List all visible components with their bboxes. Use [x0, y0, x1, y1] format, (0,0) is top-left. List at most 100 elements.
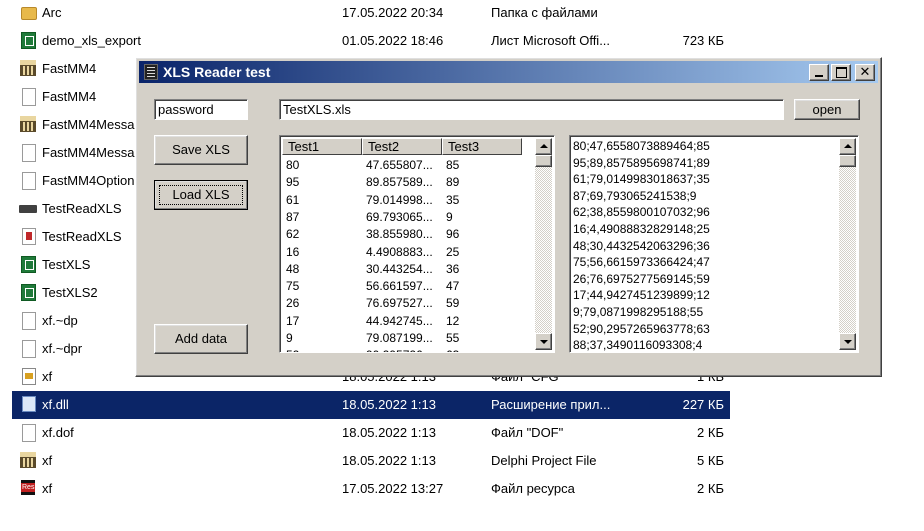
grid-cell[interactable]: 80: [286, 158, 299, 172]
grid-cell[interactable]: 48: [286, 262, 299, 276]
file-row[interactable]: xf 17.05.2022 13:27 Файл ресурса 2 КБ: [12, 475, 730, 503]
grid-cell[interactable]: 4.4908883...: [366, 245, 433, 259]
file-name: xf.dof: [42, 425, 74, 440]
file-row[interactable]: Arc 17.05.2022 20:34 Папка с файлами: [12, 0, 730, 27]
filename-field[interactable]: TestXLS.xls: [279, 99, 784, 120]
add-data-label: Add data: [174, 331, 228, 346]
scroll-thumb[interactable]: [535, 155, 552, 167]
file-name: TestReadXLS: [42, 201, 122, 216]
grid-cell[interactable]: 79.014998...: [366, 193, 433, 207]
grid-cell[interactable]: 9: [286, 331, 293, 345]
maximize-button[interactable]: [831, 64, 851, 81]
file-name: FastMM4Option: [42, 173, 135, 188]
file-row[interactable]: demo_xls_export 01.05.2022 18:46 Лист Micr…: [12, 27, 730, 55]
file-size: 5 КБ: [697, 453, 724, 468]
document-icon: [22, 144, 36, 162]
memo-line: 95;89,8575895698741;89: [573, 155, 710, 170]
file-date: 18.05.2022 1:13: [342, 453, 436, 468]
file-name: FastMM4: [42, 89, 97, 104]
delphi-project-icon: [20, 452, 36, 468]
file-name: demo_xls_export: [42, 33, 141, 48]
minimize-button[interactable]: [809, 64, 829, 81]
grid-cell[interactable]: 17: [286, 314, 299, 328]
memo-line: 26;76,6975277569145;59: [573, 271, 710, 286]
memo-line: 48;30,4432542063296;36: [573, 238, 710, 253]
memo-line: 61;79,0149983018637;35: [573, 172, 710, 187]
close-button[interactable]: ✕: [855, 64, 875, 81]
document-icon: [22, 340, 36, 358]
grid-cell[interactable]: 61: [286, 193, 299, 207]
grid-cell[interactable]: 95: [286, 175, 299, 189]
scroll-down-arrow-icon[interactable]: [839, 333, 856, 350]
grid-header-test1[interactable]: Test1: [282, 138, 362, 155]
file-type: Лист Microsoft Offi...: [491, 33, 611, 48]
grid-cell[interactable]: 59: [446, 296, 459, 310]
grid-cell[interactable]: 69.793065...: [366, 210, 433, 224]
grid-cell[interactable]: 47.655807...: [366, 158, 433, 172]
excel-file-icon: [21, 32, 36, 49]
grid-cell[interactable]: 75: [286, 279, 299, 293]
grid-cell[interactable]: 47: [446, 279, 459, 293]
file-type: Папка с файлами: [491, 5, 598, 20]
file-name: FastMM4: [42, 61, 97, 76]
data-grid[interactable]: Test1 Test2 Test3 80 47.655807... 85 95 89.8…: [279, 135, 555, 353]
scroll-up-arrow-icon[interactable]: [839, 138, 856, 155]
grid-header-test2[interactable]: Test2: [362, 138, 442, 155]
window-titlebar[interactable]: XLS Reader test ✕: [139, 61, 878, 83]
file-row[interactable]: xf.dof 18.05.2022 1:13 Файл "DOF" 2 КБ: [12, 419, 730, 447]
document-icon: [22, 88, 36, 106]
grid-cell[interactable]: 55: [446, 331, 459, 345]
grid-cell[interactable]: 76.697527...: [366, 296, 433, 310]
csv-memo[interactable]: 80;47,6558073889464;85 95;89,857589569874…: [569, 135, 859, 353]
grid-cell[interactable]: 56.661597...: [366, 279, 433, 293]
grid-cell[interactable]: 36: [446, 262, 459, 276]
xls-reader-window: XLS Reader test ✕ password TestXLS.xls o…: [135, 57, 882, 377]
grid-cell[interactable]: 16: [286, 245, 299, 259]
file-type: Файл "DOF": [491, 425, 564, 440]
resource-file-icon: [22, 228, 36, 245]
memo-scrollbar[interactable]: [839, 138, 856, 350]
grid-cell[interactable]: 25: [446, 245, 459, 259]
document-icon: [22, 172, 36, 190]
grid-cell[interactable]: 30.443254...: [366, 262, 433, 276]
file-size: 2 КБ: [697, 481, 724, 496]
open-button[interactable]: open: [794, 99, 860, 120]
save-xls-button[interactable]: Save XLS: [154, 135, 248, 165]
password-field[interactable]: password: [154, 99, 248, 120]
grid-cell[interactable]: 52: [286, 348, 299, 352]
grid-cell[interactable]: 12: [446, 314, 459, 328]
memo-line: 17;44,9427451239899;12: [573, 288, 710, 303]
config-file-icon: [22, 368, 36, 385]
grid-cell[interactable]: 96: [446, 227, 459, 241]
grid-scrollbar[interactable]: [535, 138, 552, 350]
grid-cell[interactable]: 26: [286, 296, 299, 310]
file-name: FastMM4Messag: [42, 145, 142, 160]
load-xls-button[interactable]: Load XLS: [154, 180, 248, 210]
grid-cell[interactable]: 87: [286, 210, 299, 224]
scroll-thumb[interactable]: [839, 155, 856, 167]
grid-cell[interactable]: 62: [286, 227, 299, 241]
scroll-up-arrow-icon[interactable]: [535, 138, 552, 155]
file-name: xf: [42, 453, 53, 468]
save-xls-label: Save XLS: [172, 142, 230, 157]
grid-cell[interactable]: 89: [446, 175, 459, 189]
file-size: 2 КБ: [697, 425, 724, 440]
grid-cell[interactable]: 63: [446, 348, 459, 352]
grid-cell[interactable]: 9: [446, 210, 453, 224]
file-row[interactable]: xf.dll 18.05.2022 1:13 Расширение прил... 2…: [12, 391, 730, 419]
scroll-down-arrow-icon[interactable]: [535, 333, 552, 350]
window-title: XLS Reader test: [163, 64, 271, 80]
grid-cell[interactable]: 44.942745...: [366, 314, 433, 328]
grid-cell[interactable]: 38.855980...: [366, 227, 433, 241]
add-data-button[interactable]: Add data: [154, 324, 248, 354]
grid-header-test3[interactable]: Test3: [442, 138, 522, 155]
file-name: FastMM4Messag: [42, 117, 142, 132]
file-name: xf.~dpr: [42, 341, 83, 356]
grid-cell[interactable]: 35: [446, 193, 459, 207]
grid-cell[interactable]: 90.295726...: [366, 348, 433, 352]
file-row[interactable]: xf 18.05.2022 1:13 Delphi Project File 5 КБ: [12, 447, 730, 475]
grid-cell[interactable]: 79.087199...: [366, 331, 433, 345]
grid-cell[interactable]: 85: [446, 158, 459, 172]
file-name: xf.~dp: [42, 313, 78, 328]
grid-cell[interactable]: 89.857589...: [366, 175, 433, 189]
